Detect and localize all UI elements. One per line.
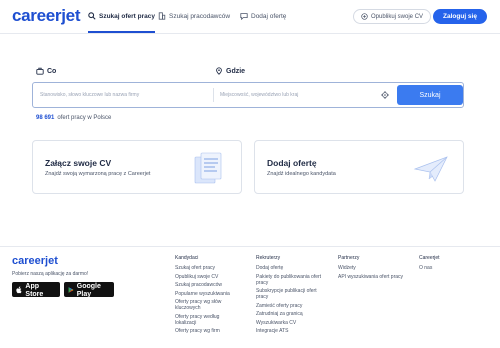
building-icon [158, 12, 166, 20]
footer-link[interactable]: O nas [419, 265, 479, 271]
add-offer-card-title: Dodaj ofertę [267, 158, 317, 168]
footer-link[interactable]: Pakiety do publikowania ofert pracy [256, 274, 328, 286]
where-label: Gdzie [215, 67, 245, 75]
documents-illustration-icon [194, 152, 222, 184]
app-store-big: App Store [25, 283, 44, 298]
footer-link[interactable]: Popularne wyszukiwania [175, 291, 245, 297]
footer-link[interactable]: Oferty pracy wg firm [175, 328, 245, 334]
footer-logo[interactable]: careerjet [12, 255, 58, 267]
footer-link[interactable]: Zamieść oferty pracy [256, 303, 328, 309]
nav-add-offer[interactable]: Dodaj ofertę [240, 12, 286, 20]
footer-column-title: Rekruterzy [256, 255, 281, 261]
nav-search-employers-label: Szukaj pracodawców [169, 12, 231, 20]
upload-cv-card-subtitle: Znajdź swoją wymarzoną pracę z Careerjet [45, 171, 151, 177]
nav-search-employers[interactable]: Szukaj pracodawców [158, 12, 230, 20]
footer-link[interactable]: Opublikuj swoje CV [175, 274, 245, 280]
nav-add-offer-label: Dodaj ofertę [251, 12, 287, 20]
footer-column-partners: Partnerzy Widżety API wyszukiwania ofert… [338, 255, 416, 282]
footer-link[interactable]: Szukaj ofert pracy [175, 265, 245, 271]
where-input[interactable] [215, 83, 375, 107]
google-play-button[interactable]: POBIERZ Z Google Play [64, 280, 114, 298]
footer-link[interactable]: Oferty pracy wg słów kluczowych [175, 299, 227, 311]
apple-icon [16, 286, 22, 293]
footer-link[interactable]: Integracje ATS [256, 328, 328, 334]
upload-cv-card[interactable]: Załącz swoje CV Znajdź swoją wymarzoną p… [32, 140, 242, 194]
briefcase-icon [36, 67, 44, 75]
careerjet-logo[interactable]: careerjet [12, 6, 81, 26]
footer-column-title: Partnerzy [338, 255, 360, 261]
post-cv-button[interactable]: Opublikuj swoje CV [353, 9, 432, 24]
job-count-text: ofert pracy w Polsce [57, 115, 112, 121]
nav-search-jobs-label: Szukaj ofert pracy [99, 12, 155, 20]
where-label-text: Gdzie [226, 67, 246, 75]
app-store-button[interactable]: Pobierz z App Store [12, 280, 60, 298]
page-footer: careerjet Pobierz naszą aplikację za dar… [0, 246, 500, 348]
search-bar: Szukaj [32, 82, 464, 108]
footer-link[interactable]: Zatrudniaj za granicą [256, 311, 328, 317]
what-input[interactable] [35, 83, 211, 107]
top-header: careerjet Szukaj ofert pracy Szukaj prac… [0, 0, 500, 34]
footer-link[interactable]: Wyszukiwarka CV [256, 320, 328, 326]
google-play-icon [68, 286, 74, 293]
location-pin-icon [216, 67, 222, 75]
footer-link[interactable]: Oferty pracy według lokalizacji [175, 314, 229, 326]
footer-link[interactable]: Dodaj ofertę [256, 265, 328, 271]
job-count[interactable]: 98 691 ofert pracy w Polsce [36, 115, 111, 121]
add-offer-card[interactable]: Dodaj ofertę Znajdź idealnego kandydata [254, 140, 464, 194]
footer-app-text: Pobierz naszą aplikację za darmo! [12, 271, 89, 277]
footer-column-title: Kandydaci [175, 255, 199, 261]
footer-column-title: Careerjet [419, 255, 440, 261]
add-offer-card-subtitle: Znajdź idealnego kandydata [267, 171, 336, 177]
google-play-big: Google Play [76, 283, 101, 298]
what-label-text: Co [47, 67, 57, 75]
job-count-number: 98 691 [36, 115, 55, 121]
locate-me-icon[interactable] [381, 91, 389, 99]
footer-link[interactable]: Szukaj pracodawców [175, 282, 245, 288]
footer-link[interactable]: Subskrypcje publikacji ofert pracy [256, 288, 328, 300]
footer-link[interactable]: Widżety [338, 265, 416, 271]
upload-cv-card-title: Załącz swoje CV [45, 158, 112, 168]
search-icon [88, 12, 96, 20]
footer-column-recruiters: Rekruterzy Dodaj ofertę Pakiety do publi… [256, 255, 328, 337]
footer-link[interactable]: API wyszukiwania ofert pracy [338, 274, 416, 280]
nav-search-jobs[interactable]: Szukaj ofert pracy [88, 12, 155, 33]
footer-column-candidates: Kandydaci Szukaj ofert pracy Opublikuj s… [175, 255, 245, 337]
search-divider [213, 88, 214, 102]
plus-circle-icon [361, 13, 368, 20]
login-button[interactable]: Zaloguj się [433, 9, 487, 24]
what-label: Co [36, 67, 56, 75]
search-button[interactable]: Szukaj [397, 85, 463, 105]
chat-icon [240, 13, 248, 20]
footer-column-careerjet: Careerjet O nas [419, 255, 479, 274]
paper-plane-illustration-icon [413, 156, 448, 182]
active-tab-underline [88, 31, 155, 33]
post-cv-label: Opublikuj swoje CV [371, 13, 424, 20]
